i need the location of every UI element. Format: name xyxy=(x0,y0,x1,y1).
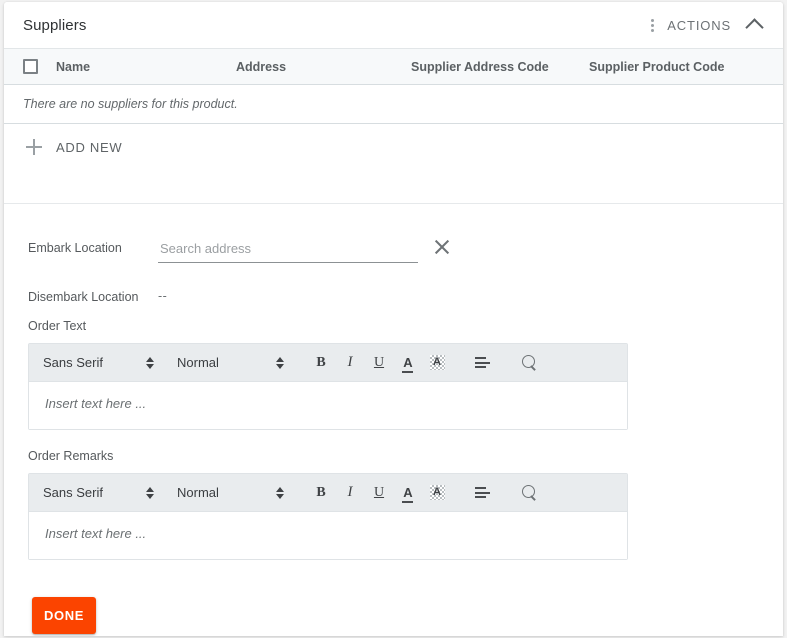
font-family-value: Sans Serif xyxy=(43,485,103,500)
font-family-value: Sans Serif xyxy=(43,355,103,370)
column-header-supplier-address-code[interactable]: Supplier Address Code xyxy=(411,60,589,74)
align-button[interactable] xyxy=(468,350,496,376)
embark-location-field-wrap xyxy=(158,240,418,263)
empty-state-message: There are no suppliers for this product. xyxy=(4,85,783,124)
section-divider xyxy=(4,203,783,204)
page-title: Suppliers xyxy=(23,16,87,34)
background-color-button[interactable]: A xyxy=(423,350,451,376)
align-button[interactable] xyxy=(468,480,496,506)
font-size-select[interactable]: Normal xyxy=(177,485,285,500)
background-color-letter: A xyxy=(433,356,441,368)
suppliers-table-header: Name Address Supplier Address Code Suppl… xyxy=(4,48,783,85)
align-left-icon xyxy=(474,487,490,498)
order-remarks-input[interactable]: Insert text here ... xyxy=(29,512,627,559)
column-header-supplier-product-code[interactable]: Supplier Product Code xyxy=(589,60,769,74)
column-header-name[interactable]: Name xyxy=(56,60,236,74)
embark-location-row: Embark Location xyxy=(4,240,783,263)
search-icon xyxy=(521,485,537,500)
font-size-select[interactable]: Normal xyxy=(177,355,285,370)
add-new-label: ADD NEW xyxy=(56,139,123,155)
bold-button[interactable]: B xyxy=(307,480,335,506)
disembark-location-value: -- xyxy=(158,289,168,303)
screen-root: Suppliers ACTIONS Name Address Supplier … xyxy=(0,0,787,638)
embark-location-label: Embark Location xyxy=(28,241,122,255)
align-left-icon xyxy=(474,357,490,368)
disembark-location-row: Disembark Location -- xyxy=(4,289,783,305)
actions-button[interactable]: ACTIONS xyxy=(663,18,737,33)
search-button[interactable] xyxy=(515,350,543,376)
text-color-icon: A xyxy=(402,484,414,503)
text-color-button[interactable]: A xyxy=(394,480,422,506)
panel-header: Suppliers ACTIONS xyxy=(4,2,783,48)
underline-button[interactable]: U xyxy=(365,480,393,506)
background-color-icon: A xyxy=(429,355,445,370)
background-color-icon: A xyxy=(429,485,445,500)
up-down-arrows-icon xyxy=(146,486,155,500)
chevron-up-icon xyxy=(744,18,764,37)
order-remarks-editor: Sans Serif Normal B I U A A Insert text … xyxy=(28,473,628,560)
italic-button[interactable]: I xyxy=(336,350,364,376)
search-button[interactable] xyxy=(515,480,543,506)
font-size-value: Normal xyxy=(177,355,219,370)
italic-button[interactable]: I xyxy=(336,480,364,506)
bold-button[interactable]: B xyxy=(307,350,335,376)
font-size-value: Normal xyxy=(177,485,219,500)
background-color-letter: A xyxy=(433,486,441,498)
up-down-arrows-icon xyxy=(276,356,285,370)
embark-location-input[interactable] xyxy=(158,241,418,263)
order-text-toolbar: Sans Serif Normal B I U A A xyxy=(29,344,627,382)
search-icon xyxy=(521,355,537,370)
order-text-input[interactable]: Insert text here ... xyxy=(29,382,627,429)
font-family-select[interactable]: Sans Serif xyxy=(43,355,155,370)
disembark-location-label: Disembark Location xyxy=(28,290,139,304)
underline-button[interactable]: U xyxy=(365,350,393,376)
font-family-select[interactable]: Sans Serif xyxy=(43,485,155,500)
close-icon[interactable] xyxy=(430,235,454,259)
order-text-editor: Sans Serif Normal B I U A A Insert text … xyxy=(28,343,628,430)
panel-header-actions: ACTIONS xyxy=(641,8,771,42)
suppliers-card: Suppliers ACTIONS Name Address Supplier … xyxy=(4,2,783,636)
background-color-button[interactable]: A xyxy=(423,480,451,506)
select-all-checkbox[interactable] xyxy=(23,59,38,74)
collapse-panel-button[interactable] xyxy=(737,8,771,42)
column-header-address[interactable]: Address xyxy=(236,60,411,74)
order-text-label: Order Text xyxy=(28,319,87,333)
text-color-icon: A xyxy=(402,354,414,373)
order-form: Embark Location Disembark Location -- Or… xyxy=(4,240,783,560)
order-remarks-label: Order Remarks xyxy=(28,449,114,463)
plus-icon xyxy=(26,139,42,155)
add-new-supplier-button[interactable]: ADD NEW xyxy=(4,124,783,170)
done-button[interactable]: DONE xyxy=(32,597,96,634)
up-down-arrows-icon xyxy=(146,356,155,370)
more-vertical-icon[interactable] xyxy=(641,11,663,39)
up-down-arrows-icon xyxy=(276,486,285,500)
order-remarks-toolbar: Sans Serif Normal B I U A A xyxy=(29,474,627,512)
text-color-button[interactable]: A xyxy=(394,350,422,376)
